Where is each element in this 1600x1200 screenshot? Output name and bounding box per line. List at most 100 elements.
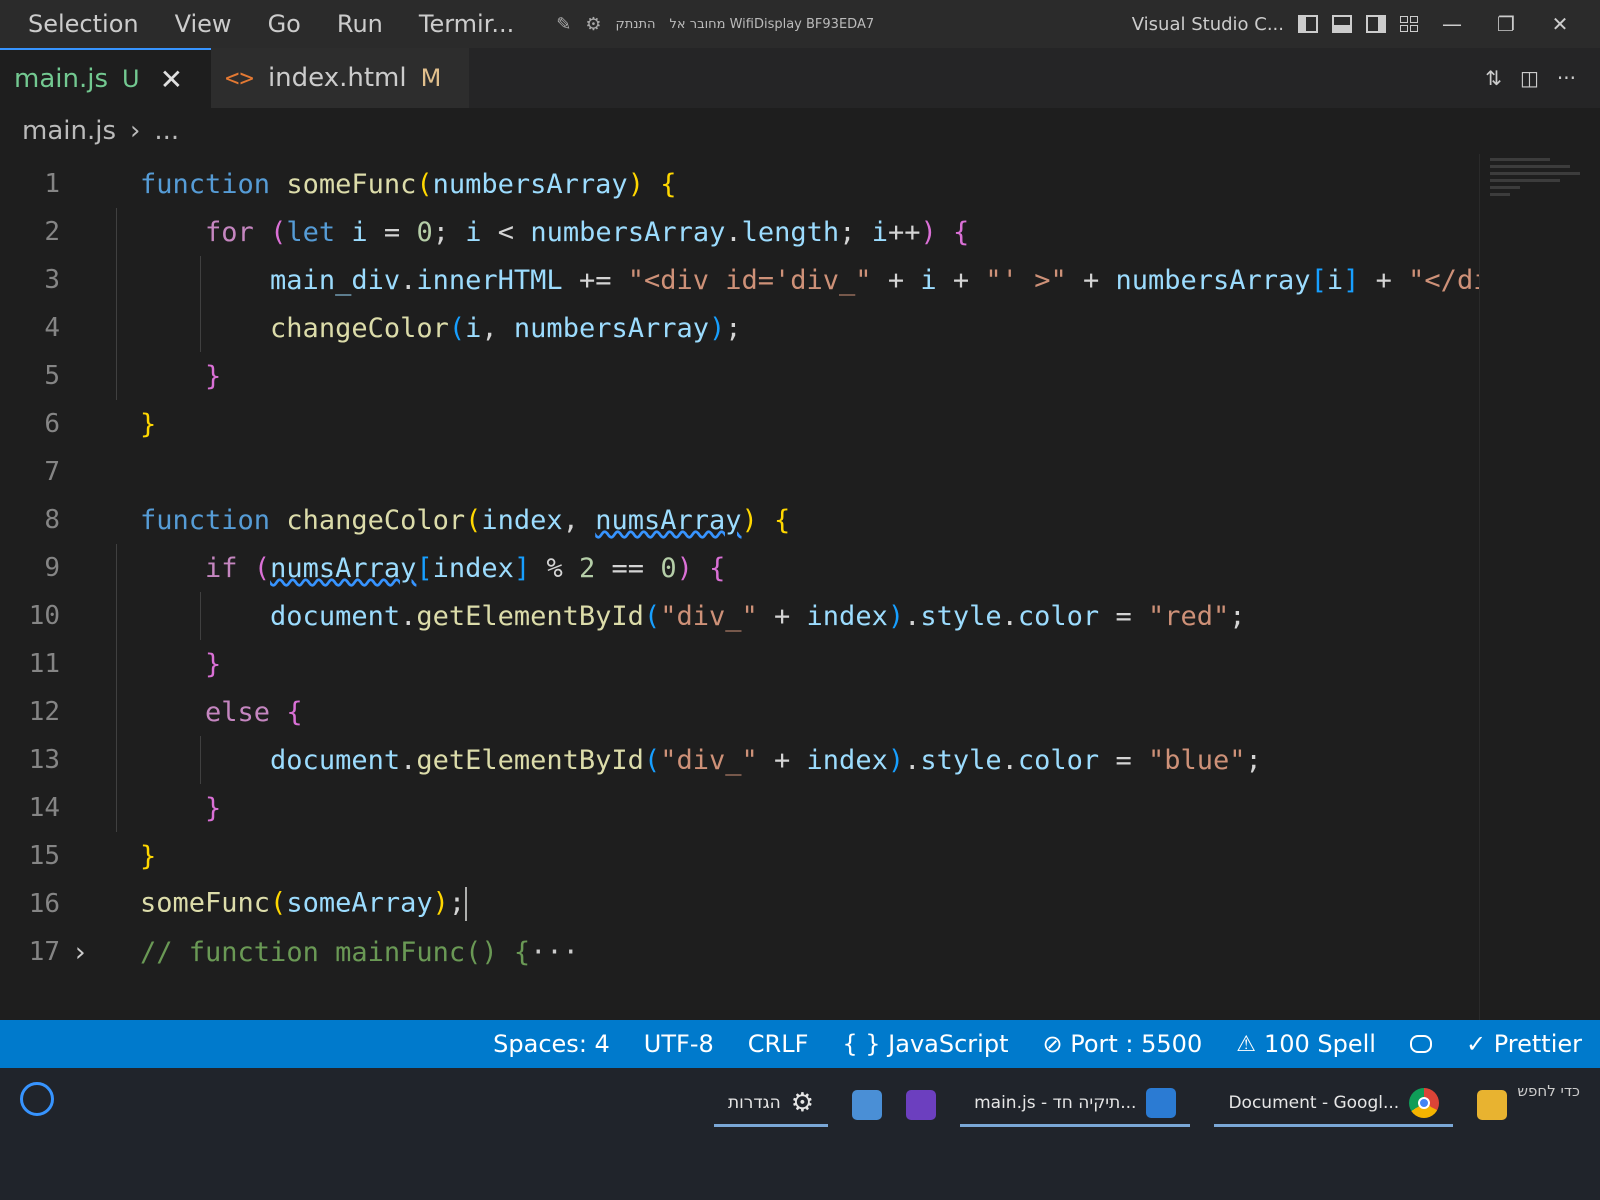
- chrome-icon: [1409, 1088, 1440, 1118]
- menu-terminal[interactable]: Termir...: [401, 10, 532, 38]
- status-bar: Spaces: 4 UTF-8 CRLF { } JavaScript ⊘ Po…: [0, 1020, 1600, 1068]
- vscode-icon: [1146, 1088, 1177, 1118]
- code-line: 3 main_div.innerHTML += "<div id='div_" …: [0, 256, 1554, 304]
- taskbar-settings[interactable]: הגדרות ⚙: [714, 1082, 829, 1127]
- breadcrumb-symbols[interactable]: ...: [154, 116, 179, 146]
- line-number: 3: [44, 265, 60, 295]
- taskbar-apps: הגדרות ⚙ main.js - תיקיה חד... Document …: [714, 1082, 1508, 1127]
- fold-expand-icon[interactable]: ›: [60, 937, 100, 968]
- untracked-badge: U: [122, 65, 140, 93]
- menu-selection[interactable]: Selection: [10, 10, 157, 38]
- line-number: 14: [28, 793, 60, 823]
- code-line: 5 }: [0, 352, 1480, 400]
- tab-label: main.js: [14, 64, 108, 94]
- line-number: 2: [44, 217, 60, 247]
- editor-actions: ⇅ ◫ ···: [1485, 48, 1600, 108]
- code-editor[interactable]: 1 function someFunc(numbersArray) { 2 fo…: [0, 160, 1555, 1020]
- line-number: 15: [28, 841, 60, 871]
- code-line-folded: 17 › // function mainFunc() {···: [0, 928, 1480, 976]
- live-server-port[interactable]: ⊘ Port : 5500: [1042, 1030, 1202, 1058]
- indent-guide: [200, 736, 201, 784]
- indent-guide: [116, 544, 117, 832]
- more-actions-icon[interactable]: ···: [1557, 66, 1576, 90]
- file-explorer-icon[interactable]: [1477, 1089, 1508, 1120]
- text-cursor: [465, 887, 468, 921]
- line-number: 10: [28, 601, 60, 631]
- line-number: 4: [44, 313, 60, 343]
- close-window-button[interactable]: ✕: [1540, 12, 1580, 36]
- visual-studio-icon[interactable]: [906, 1089, 937, 1120]
- warning-icon: ⚠: [1236, 1031, 1256, 1057]
- gear-icon: ⚙: [790, 1088, 815, 1118]
- line-number: 8: [44, 505, 60, 535]
- html-file-icon: <>: [225, 64, 254, 92]
- code-line: 4 changeColor(i, numbersArray);: [0, 304, 1480, 352]
- line-number: 6: [44, 409, 60, 439]
- indent-guide: [200, 256, 201, 352]
- menu-view[interactable]: View: [157, 10, 250, 38]
- copilot-icon[interactable]: [1409, 1035, 1432, 1053]
- toggle-secondary-sidebar-icon[interactable]: [1366, 15, 1386, 33]
- line-number: 9: [44, 553, 60, 583]
- code-line: 10 document.getElementById("div_" + inde…: [0, 592, 1480, 640]
- folded-region-ellipsis[interactable]: ···: [530, 937, 579, 968]
- prettier-status[interactable]: ✓ Prettier: [1466, 1030, 1582, 1058]
- minimap[interactable]: [1479, 154, 1600, 1034]
- this-pc-icon[interactable]: [852, 1089, 883, 1120]
- code-line: 7: [0, 448, 1480, 496]
- gear-icon[interactable]: ⚙: [585, 14, 601, 35]
- toggle-panel-icon[interactable]: [1332, 15, 1352, 33]
- code-line: 8 function changeColor(index, numsArray)…: [0, 496, 1480, 544]
- code-line: 16 someFunc(someArray);: [0, 880, 1480, 928]
- eol-status[interactable]: CRLF: [748, 1030, 809, 1058]
- language-mode[interactable]: { } JavaScript: [842, 1030, 1008, 1058]
- encoding-status[interactable]: UTF-8: [644, 1030, 714, 1058]
- wifi-display-status: מחובר אל WifiDisplay BF93EDA7: [669, 16, 875, 32]
- start-icon[interactable]: [20, 1082, 54, 1116]
- breadcrumb-file[interactable]: main.js: [22, 116, 116, 146]
- modified-badge: M: [420, 64, 442, 92]
- code-line: 9 if (numsArray[index] % 2 == 0) {: [0, 544, 1480, 592]
- disconnect-link[interactable]: התנתק: [616, 17, 656, 32]
- code-line: 13 document.getElementById("div_" + inde…: [0, 736, 1480, 784]
- tab-main-js[interactable]: main.js U ✕: [0, 48, 212, 108]
- os-taskbar: הגדרות ⚙ main.js - תיקיה חד... Document …: [0, 1068, 1600, 1200]
- breadcrumb: main.js › ...: [0, 108, 1600, 154]
- line-number: 1: [44, 169, 60, 199]
- indentation-status[interactable]: Spaces: 4: [493, 1030, 610, 1058]
- code-line: 14 }: [0, 784, 1480, 832]
- tab-index-html[interactable]: <> index.html M: [211, 48, 470, 108]
- code-line: 2 for (let i = 0; i < numbersArray.lengt…: [0, 208, 1480, 256]
- line-number: 5: [44, 361, 60, 391]
- taskbar-chrome[interactable]: Document - Googl...: [1214, 1082, 1454, 1127]
- line-number: 13: [28, 745, 60, 775]
- close-icon[interactable]: ✕: [160, 63, 183, 96]
- chevron-right-icon: ›: [130, 116, 141, 146]
- line-number: 7: [44, 457, 60, 487]
- taskbar-left: [0, 1082, 54, 1116]
- editor-tabs: main.js U ✕ <> index.html M ⇅ ◫ ···: [0, 48, 1600, 108]
- minimize-button[interactable]: —: [1432, 12, 1472, 36]
- menu-go[interactable]: Go: [250, 10, 319, 38]
- indent-guide: [200, 592, 201, 640]
- taskbar-vscode[interactable]: main.js - תיקיה חד...: [960, 1082, 1191, 1127]
- window-title: Visual Studio C...: [1131, 13, 1284, 35]
- line-number: 11: [28, 649, 60, 679]
- pin-icon[interactable]: ✎: [556, 14, 571, 35]
- line-number: 17: [28, 937, 60, 967]
- status-right: Spaces: 4 UTF-8 CRLF { } JavaScript ⊘ Po…: [493, 1030, 1600, 1058]
- spell-check-status[interactable]: ⚠ 100 Spell: [1236, 1030, 1376, 1058]
- cast-status: ✎ ⚙ התנתק מחובר אל WifiDisplay BF93EDA7: [556, 14, 874, 35]
- code-line: 11 }: [0, 640, 1480, 688]
- compare-changes-icon[interactable]: ⇅: [1485, 66, 1502, 90]
- search-hint[interactable]: כדי לחפש: [1517, 1082, 1600, 1100]
- menu-bar: Selection View Go Run Termir...: [0, 0, 532, 48]
- indent-guide: [116, 208, 117, 400]
- customize-layout-icon[interactable]: [1400, 16, 1418, 32]
- restore-button[interactable]: ❐: [1486, 12, 1526, 36]
- menu-run[interactable]: Run: [319, 10, 401, 38]
- line-number: 12: [28, 697, 60, 727]
- toggle-primary-sidebar-icon[interactable]: [1298, 15, 1318, 33]
- split-editor-icon[interactable]: ◫: [1520, 66, 1539, 90]
- title-controls: Visual Studio C... — ❐ ✕: [1132, 12, 1600, 36]
